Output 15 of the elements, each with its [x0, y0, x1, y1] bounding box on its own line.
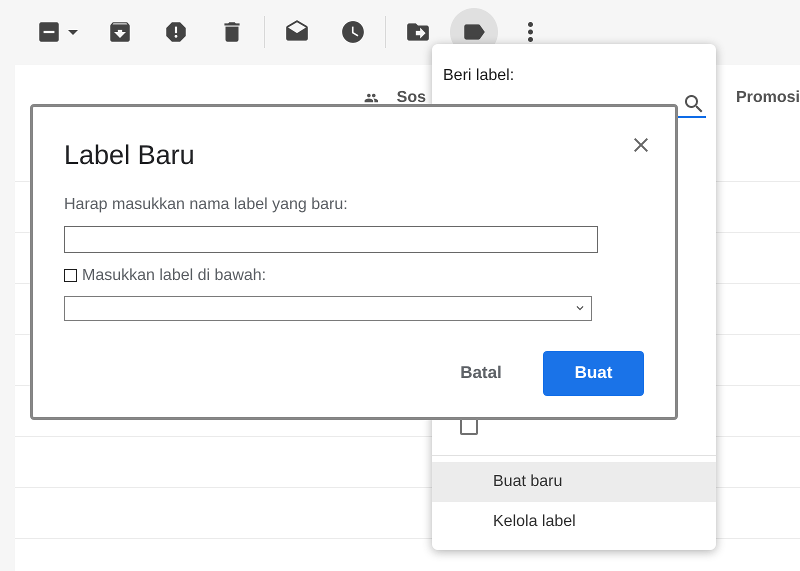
menu-item[interactable]: Kelola label	[432, 502, 716, 542]
field-label: Harap masukkan nama label yang baru:	[64, 194, 348, 214]
label-name-field[interactable]	[64, 226, 598, 252]
parent-label-select[interactable]	[64, 296, 592, 320]
tab-label[interactable]: Promosi	[736, 86, 800, 110]
cancel-button[interactable]: Batal	[431, 350, 531, 396]
create-button[interactable]: Buat	[543, 350, 644, 396]
more-icon	[528, 22, 532, 42]
clock-icon	[340, 19, 366, 45]
caret-icon	[68, 30, 78, 34]
menu-title: Beri label:	[443, 66, 514, 86]
dialog-title: Label Baru	[64, 139, 195, 172]
checkbox-label: Masukkan label di bawah:	[82, 266, 266, 286]
checkbox[interactable]	[64, 269, 77, 282]
menu-item[interactable]: Buat baru	[432, 462, 716, 502]
